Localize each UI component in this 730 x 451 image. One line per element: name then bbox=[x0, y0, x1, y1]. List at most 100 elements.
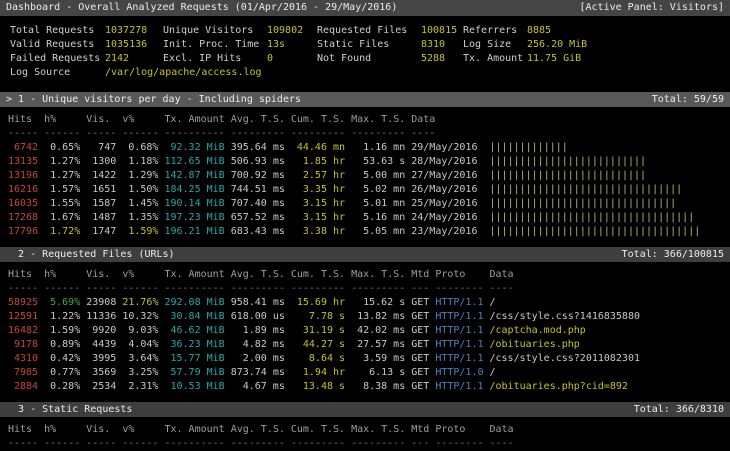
panel-unique-visitors: > 1 - Unique visitors per day - Includin… bbox=[0, 92, 730, 239]
cell-hits: 12591 bbox=[8, 310, 38, 324]
cell-cum-ts: 7.78 s bbox=[291, 310, 345, 324]
cell-data: /css/style.css?1416835880 bbox=[489, 310, 640, 324]
summary-value: 109802 bbox=[267, 24, 317, 38]
cell-hits: 16035 bbox=[8, 197, 38, 211]
cell-vpct: 1.18% bbox=[122, 155, 158, 169]
cell-max-ts: 6.13 s bbox=[351, 366, 405, 380]
table-row[interactable]: 160351.55%15871.45%190.14 MiB707.40 ms3.… bbox=[0, 197, 730, 211]
cell-mtd: GET bbox=[411, 352, 429, 366]
cell-proto: HTTP/1.1 bbox=[435, 352, 483, 366]
col-dashes-data: ---- bbox=[489, 437, 513, 451]
table-row[interactable]: 125911.22%1133610.32%30.84 MiB618.00 us7… bbox=[0, 310, 730, 324]
cell-max-ts: 53.63 s bbox=[351, 155, 405, 169]
summary-value: 100815 bbox=[421, 24, 463, 38]
summary-value: 0 bbox=[267, 52, 317, 66]
cell-mtd: GET bbox=[411, 366, 429, 380]
cell-avg-ts: 744.51 ms bbox=[231, 183, 285, 197]
cell-avg-ts: 873.74 ms bbox=[231, 366, 285, 380]
dashboard-title: Dashboard - Overall Analyzed Requests (0… bbox=[6, 0, 397, 16]
panel-static-requests: 3 - Static Requests Total: 366/8310 Hits… bbox=[0, 402, 730, 451]
col-dashes-hpct: ------ bbox=[44, 282, 80, 296]
summary-value: 8310 bbox=[421, 38, 463, 52]
table-row[interactable]: 177961.72%17471.59%196.21 MiB683.43 ms3.… bbox=[0, 225, 730, 239]
table-row[interactable]: 589255.69%2390821.76%292.08 MiB958.41 ms… bbox=[0, 296, 730, 310]
cell-tx-amount: 196.21 MiB bbox=[164, 225, 224, 239]
cell-hits: 17796 bbox=[8, 225, 38, 239]
col-header-mtd: Mtd bbox=[411, 268, 429, 282]
column-separator-row: ----------------------------------------… bbox=[0, 282, 730, 296]
panel-header-static-requests[interactable]: 3 - Static Requests Total: 366/8310 bbox=[0, 402, 730, 417]
col-dashes-avg-ts: --------- bbox=[231, 282, 285, 296]
cell-mtd: GET bbox=[411, 380, 429, 394]
cell-vpct: 10.32% bbox=[122, 310, 158, 324]
table-row[interactable]: 131961.27%14221.29%142.87 MiB700.92 ms2.… bbox=[0, 169, 730, 183]
cell-data: 23/May/2016 bbox=[411, 225, 477, 239]
cell-data: /css/style.css?2011082301 bbox=[489, 352, 640, 366]
col-dashes-vpct: ------ bbox=[122, 127, 158, 141]
col-dashes-data: ---- bbox=[411, 127, 435, 141]
hits-bar: ||||||||||||||||||||||||||||||||||| bbox=[490, 225, 701, 239]
cell-cum-ts: 13.48 s bbox=[291, 380, 345, 394]
cell-hpct: 1.59% bbox=[44, 324, 80, 338]
panel-total: Total: 366/8310 bbox=[634, 402, 724, 417]
table-row[interactable]: 172681.67%14871.35%197.23 MiB657.52 ms3.… bbox=[0, 211, 730, 225]
col-header-hpct: h% bbox=[44, 268, 80, 282]
cell-vpct: 4.04% bbox=[122, 338, 158, 352]
cell-mtd: GET bbox=[411, 324, 429, 338]
summary-label: Tx. Amount bbox=[463, 52, 527, 66]
col-dashes-data: ---- bbox=[489, 282, 513, 296]
cell-hits: 4310 bbox=[8, 352, 38, 366]
column-header-row: Hitsh%Vis.v%Tx. AmountAvg. T.S.Cum. T.S.… bbox=[0, 113, 730, 127]
hits-bar: |||||||||||||||||||||||||| bbox=[490, 155, 647, 169]
cell-cum-ts: 2.57 hr bbox=[291, 169, 345, 183]
summary-label: Log Source bbox=[10, 66, 105, 80]
cell-vpct: 21.76% bbox=[122, 296, 158, 310]
col-header-tx-amount: Tx. Amount bbox=[164, 113, 224, 127]
cell-max-ts: 5.02 mn bbox=[351, 183, 405, 197]
cell-data: /obituaries.php?cid=892 bbox=[489, 380, 627, 394]
table-row[interactable]: 162161.57%16511.50%184.25 MiB744.51 ms3.… bbox=[0, 183, 730, 197]
cell-tx-amount: 36.23 MiB bbox=[164, 338, 224, 352]
table-row[interactable]: 131351.27%13001.18%112.65 MiB506.93 ms1.… bbox=[0, 155, 730, 169]
column-separator-row: ----------------------------------------… bbox=[0, 127, 730, 141]
table-row[interactable]: 91780.89%44394.04%36.23 MiB4.82 ms44.27 … bbox=[0, 338, 730, 352]
hits-bar: |||||||||||||||||||||||||||||||| bbox=[490, 183, 683, 197]
panel-table-requested-files: Hitsh%Vis.v%Tx. AmountAvg. T.S.Cum. T.S.… bbox=[0, 262, 730, 394]
cell-tx-amount: 57.79 MiB bbox=[164, 366, 224, 380]
col-header-hits: Hits bbox=[8, 268, 38, 282]
col-header-data: Data bbox=[411, 113, 435, 127]
table-row[interactable]: 43100.42%39953.64%15.77 MiB2.00 ms8.64 s… bbox=[0, 352, 730, 366]
cell-mtd: GET bbox=[411, 296, 429, 310]
cell-vis: 1651 bbox=[86, 183, 116, 197]
col-dashes-hits: ----- bbox=[8, 437, 38, 451]
cell-vpct: 1.29% bbox=[122, 169, 158, 183]
table-row[interactable]: 164821.59%99209.03%46.62 MiB1.89 ms31.19… bbox=[0, 324, 730, 338]
table-row[interactable]: 28840.28%25342.31%10.53 MiB4.67 ms13.48 … bbox=[0, 380, 730, 394]
cell-proto: HTTP/1.1 bbox=[435, 324, 483, 338]
cell-hpct: 1.72% bbox=[44, 225, 80, 239]
summary-label: Not Found bbox=[317, 52, 421, 66]
cell-tx-amount: 197.23 MiB bbox=[164, 211, 224, 225]
table-row[interactable]: 79850.77%35693.25%57.79 MiB873.74 ms1.94… bbox=[0, 366, 730, 380]
col-dashes-hits: ----- bbox=[8, 282, 38, 296]
summary-label: Init. Proc. Time bbox=[163, 38, 267, 52]
panel-header-unique-visitors[interactable]: > 1 - Unique visitors per day - Includin… bbox=[0, 92, 730, 107]
cell-avg-ts: 4.67 ms bbox=[231, 380, 285, 394]
summary-label: Failed Requests bbox=[10, 52, 105, 66]
column-separator-row: ----------------------------------------… bbox=[0, 437, 730, 451]
summary-value: 8885 bbox=[527, 24, 730, 38]
cell-cum-ts: 3.15 hr bbox=[291, 211, 345, 225]
cell-vpct: 1.59% bbox=[122, 225, 158, 239]
col-header-vpct: v% bbox=[122, 268, 158, 282]
cell-cum-ts: 31.19 s bbox=[291, 324, 345, 338]
summary-label: Total Requests bbox=[10, 24, 105, 38]
table-row[interactable]: 67420.65%7470.68%92.32 MiB395.64 ms44.46… bbox=[0, 141, 730, 155]
cell-tx-amount: 190.14 MiB bbox=[164, 197, 224, 211]
col-dashes-hpct: ------ bbox=[44, 437, 80, 451]
cell-hits: 7985 bbox=[8, 366, 38, 380]
cell-avg-ts: 958.41 ms bbox=[231, 296, 285, 310]
cell-data: 25/May/2016 bbox=[411, 197, 477, 211]
cell-vis: 1422 bbox=[86, 169, 116, 183]
cell-hpct: 0.89% bbox=[44, 338, 80, 352]
panel-header-requested-files[interactable]: 2 - Requested Files (URLs) Total: 366/10… bbox=[0, 247, 730, 262]
